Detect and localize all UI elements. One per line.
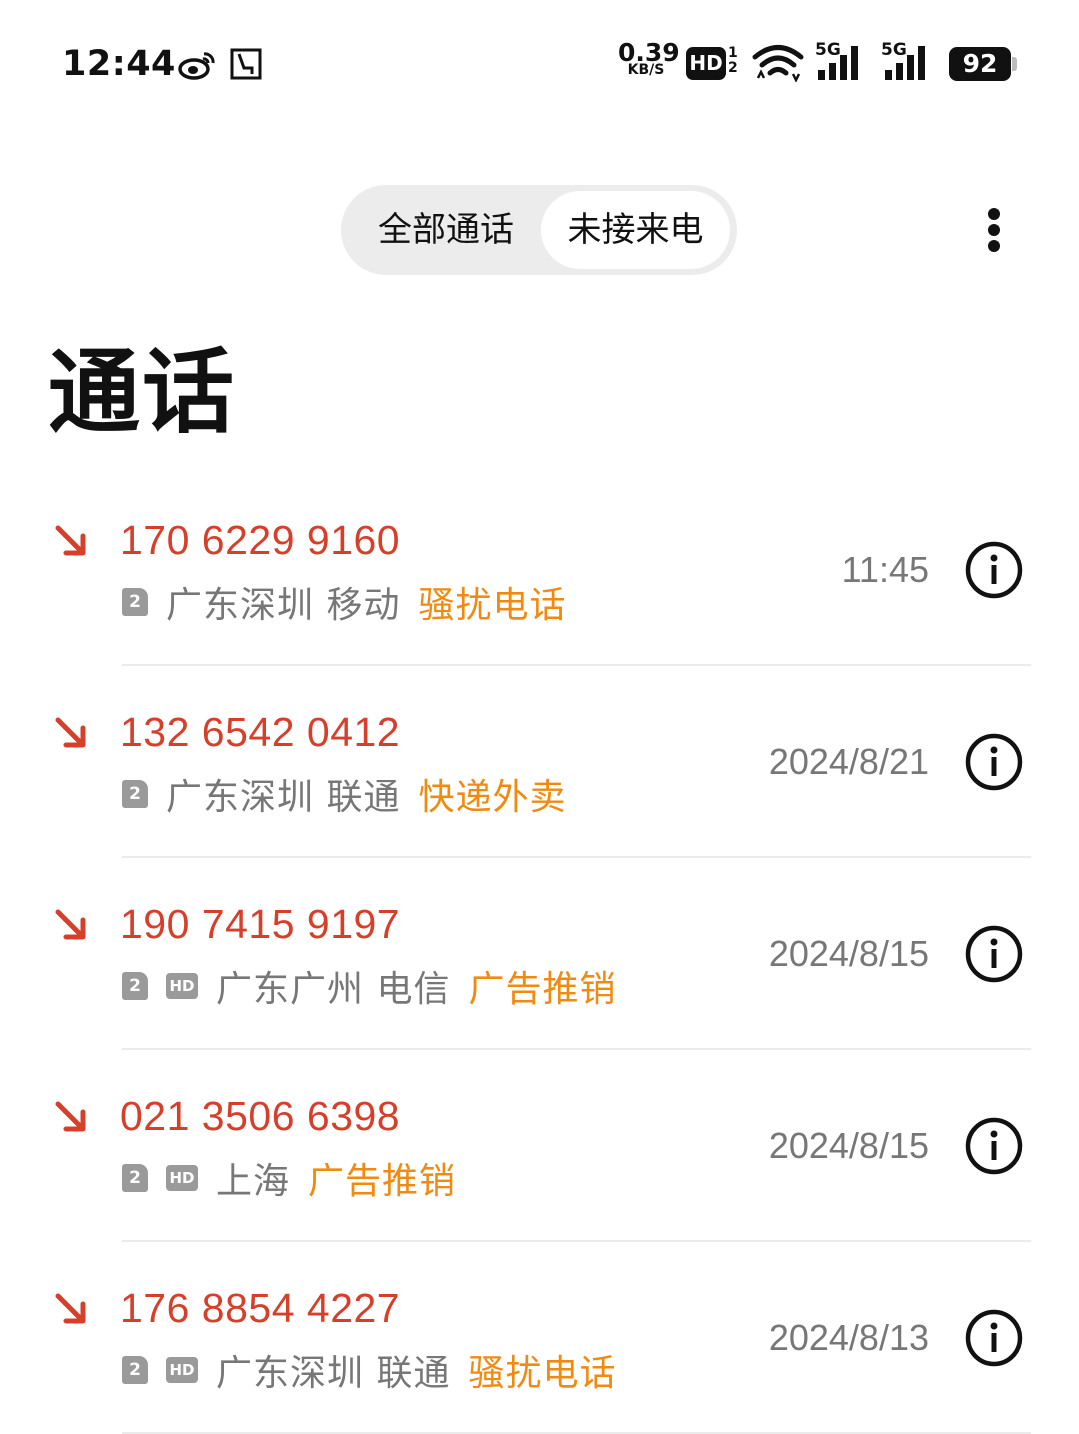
tab-missed-calls[interactable]: 未接来电: [541, 191, 730, 269]
spam-tag: 骚扰电话: [418, 585, 567, 626]
volte-sim-indicator: 1 2: [728, 45, 738, 76]
call-row[interactable]: 176 8854 4227 2 HD 广东深圳 联通 骚扰电话 2024/8/1…: [0, 1242, 1079, 1434]
caller-number: 170 6229 9160: [120, 517, 401, 563]
info-icon[interactable]: [965, 541, 1023, 599]
battery-level: 92: [949, 47, 1011, 81]
caller-location: 广东深圳 联通: [216, 1353, 451, 1394]
call-filter-tabs: 全部通话 未接来电: [341, 185, 737, 275]
network-speed: 0.39 KB/S: [618, 38, 680, 78]
call-time: 2024/8/15: [768, 1125, 929, 1166]
call-time: 2024/8/15: [768, 933, 929, 974]
call-row[interactable]: 132 6542 0412 2 广东深圳 联通 快递外卖 2024/8/21: [0, 666, 1079, 858]
caller-location: 广东广州 电信: [216, 969, 451, 1010]
hd-call-icon: HD: [166, 1357, 198, 1383]
screenshot-icon: [230, 48, 262, 80]
call-details: 2 广东深圳 移动 骚扰电话: [120, 580, 566, 626]
spam-tag: 广告推销: [308, 1161, 457, 1202]
missed-call-arrow-icon: [55, 717, 86, 748]
spam-tag: 广告推销: [468, 969, 617, 1010]
missed-call-arrow-icon: [55, 909, 86, 940]
volte-hd-badge: HD: [686, 47, 726, 80]
call-time: 2024/8/13: [768, 1317, 929, 1358]
sim-card-icon: 2: [122, 972, 148, 1000]
caller-location: 上海: [216, 1161, 291, 1202]
wifi-icon: [752, 45, 804, 82]
status-time: 12:44: [62, 44, 176, 84]
caller-number: 190 7415 9197: [120, 901, 401, 947]
caller-number: 021 3506 6398: [120, 1093, 401, 1139]
missed-call-arrow-icon: [55, 1101, 86, 1132]
hd-call-icon: HD: [166, 973, 198, 999]
sim-card-icon: 2: [122, 588, 148, 616]
info-icon[interactable]: [965, 1309, 1023, 1367]
call-details: 2 HD 上海 广告推销: [120, 1156, 456, 1202]
missed-call-arrow-icon: [55, 1293, 86, 1324]
caller-number: 132 6542 0412: [120, 709, 401, 755]
sim-card-icon: 2: [122, 1356, 148, 1384]
info-icon[interactable]: [965, 733, 1023, 791]
cell-signal-icon: [818, 46, 858, 80]
call-row[interactable]: 021 3506 6398 2 HD 上海 广告推销 2024/8/15: [0, 1050, 1079, 1242]
spam-tag: 快递外卖: [418, 777, 567, 818]
caller-number: 176 8854 4227: [120, 1285, 401, 1331]
call-row[interactable]: 170 6229 9160 2 广东深圳 移动 骚扰电话 11:45: [0, 474, 1079, 666]
call-details: 2 广东深圳 联通 快递外卖: [120, 772, 566, 818]
hd-call-icon: HD: [166, 1165, 198, 1191]
info-icon[interactable]: [965, 925, 1023, 983]
call-details: 2 HD 广东广州 电信 广告推销: [120, 964, 616, 1010]
spam-tag: 骚扰电话: [468, 1353, 617, 1394]
status-bar: 12:44 0.39 KB/S HD 1 2 5G 5G 92: [0, 0, 1079, 130]
battery-tip: [1012, 57, 1017, 71]
call-row[interactable]: 190 7415 9197 2 HD 广东广州 电信 广告推销 2024/8/1…: [0, 858, 1079, 1050]
caller-location: 广东深圳 联通: [166, 777, 401, 818]
missed-call-arrow-icon: [55, 525, 86, 556]
tab-all-calls[interactable]: 全部通话: [351, 191, 541, 269]
caller-location: 广东深圳 移动: [166, 585, 401, 626]
sim-card-icon: 2: [122, 780, 148, 808]
call-time: 2024/8/21: [768, 741, 929, 782]
more-options-icon[interactable]: [975, 200, 1015, 260]
call-time: 11:45: [841, 549, 929, 590]
cell-signal-icon: [885, 46, 925, 80]
weibo-icon: [178, 52, 215, 80]
sim-card-icon: 2: [122, 1164, 148, 1192]
page-title: 通话: [48, 339, 237, 446]
info-icon[interactable]: [965, 1117, 1023, 1175]
call-details: 2 HD 广东深圳 联通 骚扰电话: [120, 1348, 616, 1394]
